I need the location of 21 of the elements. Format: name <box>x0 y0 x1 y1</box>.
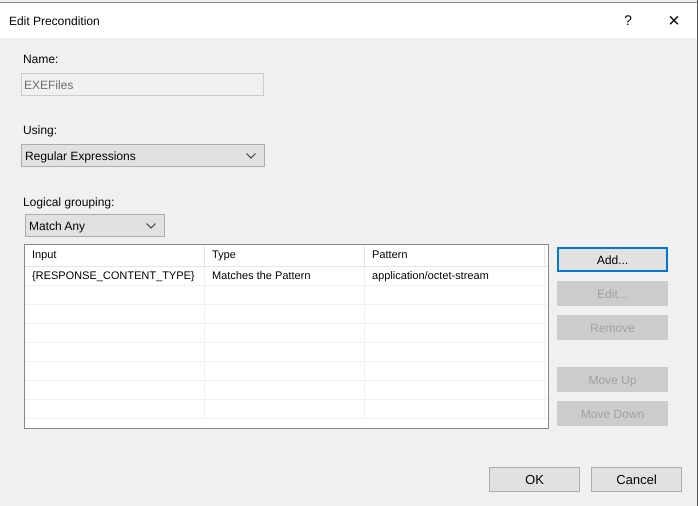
column-header[interactable]: Pattern <box>365 245 545 266</box>
table-cell-text: Matches the Pattern <box>212 268 310 284</box>
dropdown-value: Regular Expressions <box>25 148 136 164</box>
help-button[interactable]: ? <box>605 3 651 38</box>
table-cell-text: application/octet-stream <box>372 268 489 284</box>
column-header[interactable]: Input <box>25 245 205 266</box>
side-button[interactable]: Add... <box>557 247 668 272</box>
name-label: Name: <box>23 51 60 68</box>
chevron-icon <box>246 152 256 158</box>
chevron-icon <box>146 222 156 228</box>
column-header[interactable]: Type <box>205 245 365 266</box>
grouping-label: Logical grouping: <box>23 194 116 211</box>
using-label: Using: <box>23 122 58 139</box>
table-cell-text: {RESPONSE_CONTENT_TYPE} <box>32 268 195 284</box>
dialog-button[interactable]: OK <box>489 467 580 492</box>
dropdown-value: Match Any <box>29 218 86 234</box>
window-title: Edit Precondition <box>9 12 101 30</box>
dialog-button[interactable]: Cancel <box>591 467 682 492</box>
using-dropdown[interactable]: Regular Expressions <box>21 144 265 167</box>
grouping-dropdown[interactable]: Match Any <box>25 214 165 237</box>
close-button[interactable]: × <box>651 3 697 38</box>
